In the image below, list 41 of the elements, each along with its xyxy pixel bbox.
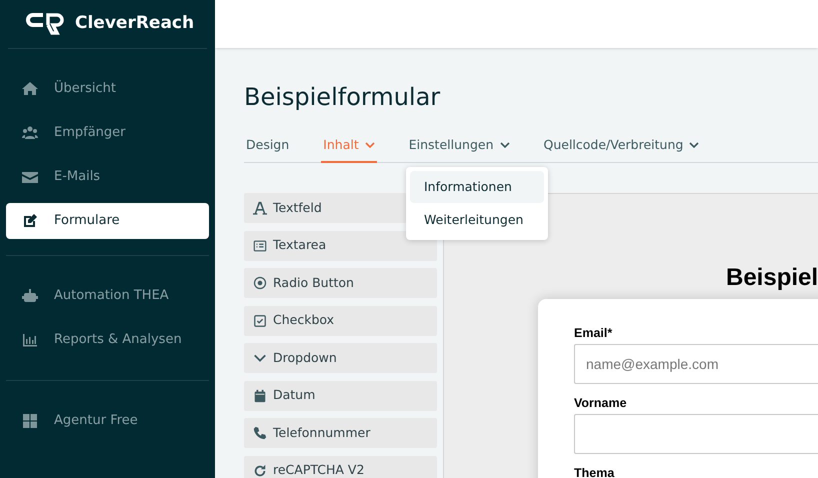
refresh-icon [253,464,267,478]
text-input[interactable]: name@example.com [574,344,818,384]
page-title: Beispielformular [244,82,440,112]
nav-item[interactable]: Empfänger [6,115,209,151]
field-type-item[interactable]: Textarea [244,230,437,260]
field-label: Thema [574,465,614,478]
nav-item[interactable]: Agentur Free [6,403,209,439]
letter-a-icon [253,201,267,215]
nav-item[interactable]: Formulare [6,203,209,239]
chevron-down-icon [689,142,700,149]
tab[interactable]: Design [244,130,292,163]
field-type-item[interactable]: Datum [244,380,437,410]
field-type-item[interactable]: Checkbox [244,306,437,336]
nav-item[interactable]: Übersicht [6,71,209,107]
calendar-icon [253,388,267,402]
grid-icon [22,413,38,429]
nav-item[interactable]: Reports & Analysen [6,322,209,358]
chevron-down-icon [364,142,375,149]
nav-item[interactable]: E-Mails [6,159,209,195]
preview-title: Beispiel [726,263,818,293]
field-label: Vorname [574,395,627,411]
robot-icon [22,288,38,304]
tab[interactable]: Einstellungen [406,130,512,163]
chevron-down-icon [500,142,510,149]
list-icon [253,238,267,252]
field-label: Email* [574,325,612,341]
checkbox-icon [253,314,267,328]
menu-item[interactable]: Informationen [410,171,544,203]
phone-icon [253,426,267,440]
tab[interactable]: Quellcode/Verbreitung [542,130,702,163]
field-type-item[interactable]: Telefonnummer [244,418,437,448]
brand-name: CleverReach [75,12,194,36]
house-icon [22,81,38,97]
people-icon [22,125,38,141]
nav-item[interactable]: Automation THEA [6,278,209,314]
field-type-item[interactable]: Radio Button [244,268,437,298]
bar-chart-icon [22,332,38,348]
radio-icon [253,276,267,290]
field-type-item[interactable]: Dropdown [244,343,437,373]
field-type-item[interactable]: reCAPTCHA V2 [244,456,437,478]
envelope-icon [22,169,38,185]
